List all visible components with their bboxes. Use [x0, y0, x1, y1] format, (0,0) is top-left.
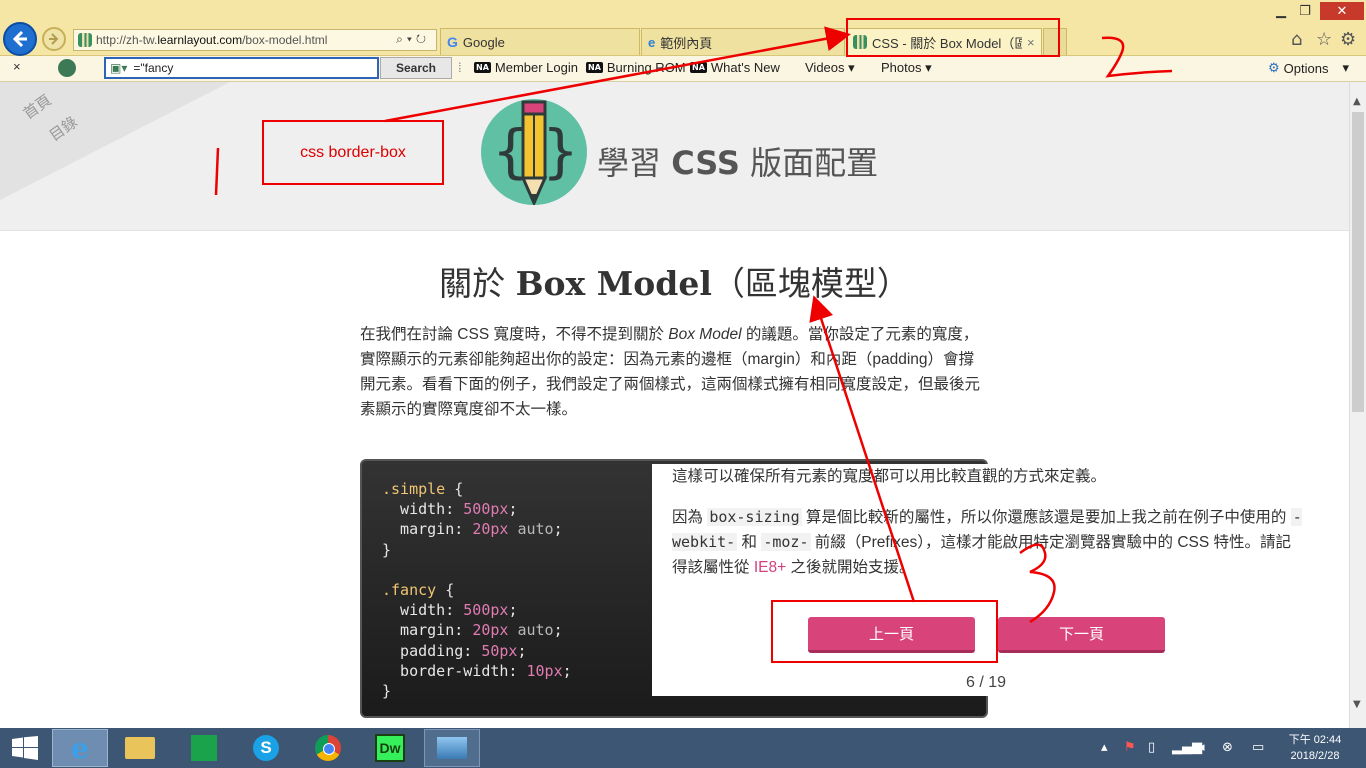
tray-volume-icon[interactable]: ◂ — [1198, 740, 1205, 755]
taskbar-explorer-icon[interactable] — [112, 729, 168, 767]
windows-taskbar: e S Dw ▴ ⚑ ▯ ▂▄▆ ◂ ⊗ ▭ 下午 02:44 2018/2/2… — [0, 728, 1366, 768]
clock-time: 下午 02:44 — [1288, 734, 1342, 746]
taskbar-ie-icon[interactable]: e — [52, 729, 108, 767]
tray-flag-icon[interactable]: ⚑ — [1124, 740, 1136, 755]
annotation-arrow-to-tab — [384, 26, 851, 123]
annotation-strokes — [214, 26, 1173, 624]
tray-status-icon[interactable]: ⊗ — [1222, 740, 1233, 755]
annotation-scribble-top — [1101, 36, 1173, 78]
annotation-arrow-to-title — [809, 295, 916, 603]
annotation-mark-left — [214, 147, 220, 196]
tray-device-icon[interactable]: ▯ — [1148, 740, 1155, 755]
taskbar-clock[interactable]: 下午 02:44 2018/2/28 — [1280, 732, 1350, 764]
clock-date: 2018/2/28 — [1290, 750, 1340, 762]
tray-keyboard-icon[interactable]: ▭ — [1252, 740, 1264, 755]
taskbar-skype-icon[interactable]: S — [238, 729, 294, 767]
tray-expand-icon[interactable]: ▴ — [1101, 740, 1108, 755]
windows-start-icon[interactable] — [0, 729, 50, 767]
annotation-scribble-bottom — [1019, 543, 1056, 624]
taskbar-photos-icon[interactable] — [424, 729, 480, 767]
taskbar-chrome-icon[interactable] — [300, 729, 356, 767]
taskbar-dreamweaver-icon[interactable]: Dw — [362, 729, 418, 767]
taskbar-store-icon[interactable] — [176, 729, 232, 767]
